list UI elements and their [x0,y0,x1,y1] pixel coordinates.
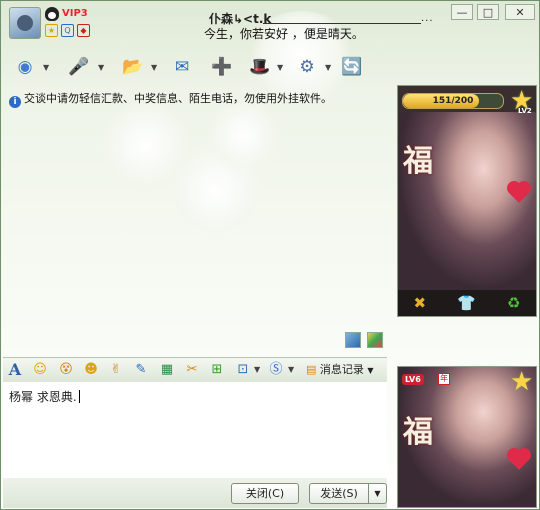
soso-icon[interactable]: Ⓢ [267,361,285,379]
share-icon[interactable]: 🔄 [338,53,366,81]
emoticon-icon[interactable]: ☺ [31,361,49,379]
send-file-icon[interactable]: 📂 [119,53,147,81]
history-icon: ▤ [306,363,317,376]
message-input[interactable]: 杨幂 求恩典. [3,382,387,477]
maximize-button[interactable]: □ [477,4,499,20]
settings-dropdown-icon[interactable]: ▼ [325,63,331,72]
settings-icon[interactable]: ⚙ [293,53,321,81]
image-icon[interactable]: ▦ [158,361,176,379]
add-app-icon[interactable]: ➕ [208,53,236,81]
voice-call-dropdown-icon[interactable]: ▼ [98,63,104,72]
security-notice: i 交谈中请勿轻信汇款、中奖信息、陌生电话，勿使用外挂软件。 [9,90,332,108]
security-notice-text: 交谈中请勿轻信汇款、中奖信息、陌生电话，勿使用外挂软件。 [24,92,332,105]
contact-show[interactable]: 福 151/200 ★ LV2 ✖ 👕 ♻ [397,85,537,317]
video-call-icon[interactable]: ◉ [11,53,39,81]
outfit-icon[interactable]: 👕 [457,294,476,312]
video-call-dropdown-icon[interactable]: ▼ [43,63,49,72]
level-star-icon: ★ [510,367,534,397]
history-dropdown-icon[interactable]: ▼ [367,366,373,375]
year-badge: 年 [438,373,450,385]
refresh-icon[interactable]: ♻ [507,294,520,312]
theme-icon[interactable] [367,332,383,348]
signature-underline [263,23,421,24]
magic-emoticon-icon[interactable]: 😵 [57,361,75,379]
close-show-icon[interactable]: ✖ [414,294,427,312]
message-input-text: 杨幂 求恩典. [9,388,80,405]
vip-badge[interactable]: VIP3 [62,8,88,19]
chat-toolbar: ◉ ▼ 🎤 ▼ 📂 ▼ ✉ ➕ 🎩 ▼ ⚙ ▼ 🔄 [5,51,391,87]
remote-assist-dropdown-icon[interactable]: ▼ [277,63,283,72]
show-actions: ✖ 👕 ♻ [398,290,536,316]
close-window-button[interactable]: ✕ [505,4,535,20]
contact-signature: 今生，你若安好 ，便是晴天。 [204,27,364,41]
chat-window: VIP3 ★ Q ◆ 仆森↳<t.k ... 今生，你若安好 ，便是晴天。 — … [0,0,540,510]
send-button[interactable]: 发送(S) [309,483,369,504]
close-button[interactable]: 关闭(C) [231,483,299,504]
gift-icon[interactable]: ⊞ [208,361,226,379]
message-history-button[interactable]: ▤ 消息记录 ▼ [306,361,374,380]
soso-dropdown-icon[interactable]: ▼ [288,365,294,374]
screenshot-icon[interactable]: ✂ [183,361,201,379]
gesture-icon[interactable]: ✌ [107,361,125,379]
expand-icon[interactable] [345,332,361,348]
send-file-dropdown-icon[interactable]: ▼ [151,63,157,72]
contact-service-icons: ★ Q ◆ [45,24,90,37]
handwrite-icon[interactable]: ✎ [132,361,150,379]
format-toolbar: A ☺ 😵 ☻ ✌ ✎ ▦ ✂ ⊞ ⊡ ▼ Ⓢ ▼ ▤ 消息记录 ▼ [3,357,387,383]
screen-share-dropdown-icon[interactable]: ▼ [254,365,260,374]
penguin-status-icon [45,7,59,21]
font-icon[interactable]: A [6,361,24,379]
penguin-icon[interactable]: ◆ [77,24,90,37]
history-label: 消息记录 [319,363,364,376]
send-options-button[interactable]: ▼ [368,483,387,504]
voice-call-icon[interactable]: 🎤 [65,53,93,81]
signature-more[interactable]: ... [421,13,434,24]
text-caret [78,390,80,403]
level-progress: 151/200 [402,93,504,109]
fu-decoration: 福 [403,144,433,179]
level-badge: LV6 [402,374,424,385]
my-show[interactable]: 福 LV6 年 ★ [397,366,537,508]
title-bar: VIP3 ★ Q ◆ 仆森↳<t.k ... 今生，你若安好 ，便是晴天。 — … [1,1,539,51]
level-label: LV2 [518,107,532,115]
background-flower [206,101,281,171]
show-panel: 福 151/200 ★ LV2 ✖ 👕 ♻ 福 LV6 年 ★ [395,85,539,509]
poke-icon[interactable]: ☻ [82,361,100,379]
remote-assist-icon[interactable]: 🎩 [246,53,274,81]
level-progress-text: 151/200 [432,96,474,106]
bottom-bar: 关闭(C) 发送(S) ▼ [3,478,387,508]
screen-share-icon[interactable]: ⊡ [234,361,252,379]
fu-decoration: 福 [403,415,433,450]
minimize-button[interactable]: — [451,4,473,20]
star-icon[interactable]: ★ [45,24,58,37]
qzone-icon[interactable]: Q [61,24,74,37]
info-icon: i [9,96,21,108]
contact-avatar[interactable] [9,7,41,39]
send-message-icon[interactable]: ✉ [168,53,196,81]
